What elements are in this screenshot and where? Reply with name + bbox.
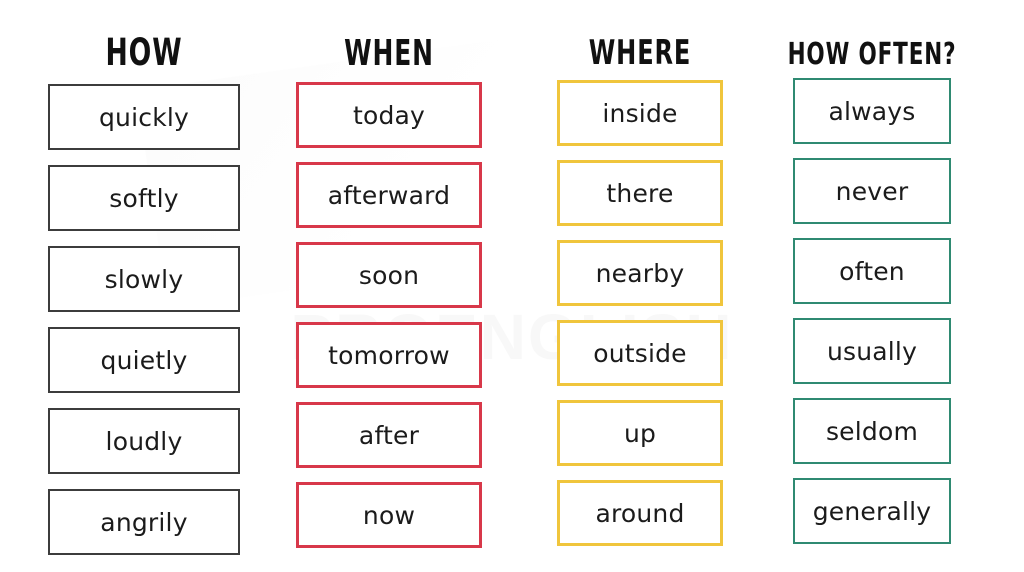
word-card[interactable]: angrily [48, 489, 240, 555]
card-list-how: quickly softly slowly quietly loudly ang… [48, 84, 240, 570]
column-when: WHEN today afterward soon tomorrow after… [296, 22, 482, 572]
word-card[interactable]: up [557, 400, 723, 466]
word-card[interactable]: nearby [557, 240, 723, 306]
word-card[interactable]: soon [296, 242, 482, 308]
word-card[interactable]: tomorrow [296, 322, 482, 388]
word-card[interactable]: softly [48, 165, 240, 231]
word-card[interactable]: quietly [48, 327, 240, 393]
card-list-when: today afterward soon tomorrow after now [296, 82, 482, 562]
word-card[interactable]: quickly [48, 84, 240, 150]
word-card[interactable]: around [557, 480, 723, 546]
adverbs-infographic: PROENGLISH HOW quickly softly slowly qui… [0, 0, 1024, 572]
word-card[interactable]: generally [793, 478, 951, 544]
column-header-how: HOW [105, 30, 183, 75]
column-where: WHERE inside there nearby outside up aro… [557, 22, 723, 572]
word-card[interactable]: today [296, 82, 482, 148]
columns-container: HOW quickly softly slowly quietly loudly… [0, 0, 1024, 572]
word-card[interactable]: now [296, 482, 482, 548]
column-how: HOW quickly softly slowly quietly loudly… [48, 22, 240, 572]
word-card[interactable]: after [296, 402, 482, 468]
column-how-often: HOW OFTEN? always never often usually se… [788, 22, 956, 572]
word-card[interactable]: slowly [48, 246, 240, 312]
column-header-when: WHEN [344, 31, 434, 74]
column-header-where: WHERE [588, 32, 692, 73]
card-list-how-often: always never often usually seldom genera… [793, 78, 951, 558]
word-card[interactable]: loudly [48, 408, 240, 474]
word-card[interactable]: there [557, 160, 723, 226]
word-card[interactable]: often [793, 238, 951, 304]
column-header-how-often: HOW OFTEN? [787, 35, 957, 71]
card-list-where: inside there nearby outside up around [557, 80, 723, 560]
word-card[interactable]: seldom [793, 398, 951, 464]
word-card[interactable]: usually [793, 318, 951, 384]
word-card[interactable]: never [793, 158, 951, 224]
word-card[interactable]: afterward [296, 162, 482, 228]
word-card[interactable]: outside [557, 320, 723, 386]
